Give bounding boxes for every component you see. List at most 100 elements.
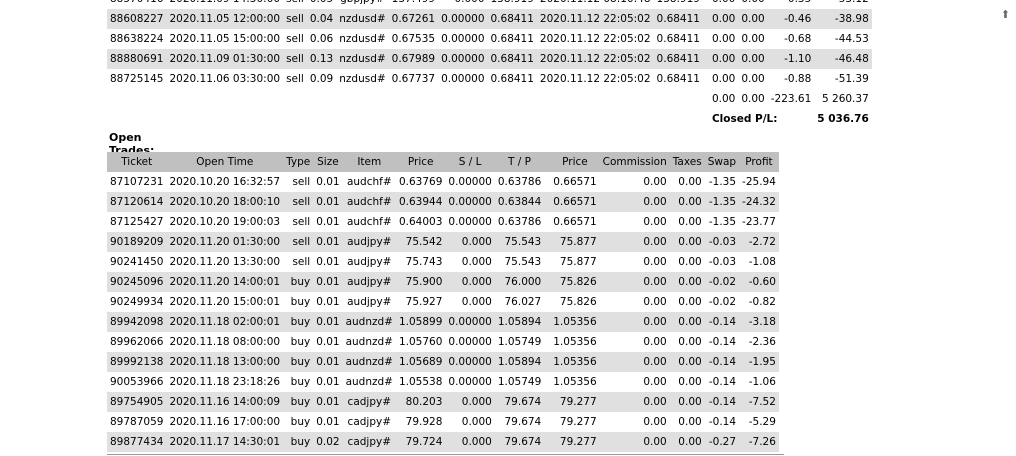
cell-price: 0.67989 <box>388 49 439 69</box>
cell-ticket: 88638224 <box>110 33 164 45</box>
cell-size: 0.09 <box>309 73 334 85</box>
open-trade-row: 87120614 2020.10.20 18:00:10 sell 0.01 audch… <box>107 192 779 212</box>
scroll-up-icon[interactable]: ⬆ <box>1001 8 1010 21</box>
cell-tp: 0.63786 <box>497 176 542 188</box>
open-trade-row: 87107231 2020.10.20 16:32:57 sell 0.01 audch… <box>107 172 779 192</box>
cell-ticket: 89877434 <box>107 432 167 452</box>
cell-price: 75.927 <box>405 296 443 308</box>
cell-taxes: 0.00 <box>669 352 705 372</box>
cell-commission: 0.00 <box>643 376 667 388</box>
cell-sl: 0.000 <box>461 296 492 308</box>
cell-tp: 0.63844 <box>494 192 545 212</box>
cell-commission: 0.00 <box>643 336 667 348</box>
open-trade-row: 87125427 2020.10.20 19:00:03 sell 0.01 audch… <box>107 212 779 232</box>
cell-taxes: 0.00 <box>678 176 702 188</box>
cell-type: sell <box>283 232 314 252</box>
cell-type: sell <box>283 192 314 212</box>
cell-swap: -0.14 <box>708 336 737 348</box>
cell-ticket: 87120614 <box>107 192 167 212</box>
cell-price: 1.05689 <box>395 352 446 372</box>
cell-time: 2020.11.20 13:30:00 <box>169 256 281 268</box>
cell-commission: 0.00 <box>643 416 667 428</box>
cell-commission: 0.00 <box>643 256 667 268</box>
cell-item: audchf# <box>346 216 392 228</box>
cell-taxes: 0.00 <box>678 296 702 308</box>
cell-tp: 1.05894 <box>494 352 545 372</box>
cell-mprice: 1.05356 <box>550 352 600 372</box>
cell-sl: 0.00000 <box>438 9 488 29</box>
cell-time: 2020.11.09 01:30:00 <box>166 49 284 69</box>
cell-mprice: 1.05356 <box>553 336 597 348</box>
cell-commission: 0.00 <box>708 49 739 69</box>
cell-close-time: 2020.11.12 08:10:48 <box>537 0 654 9</box>
cell-size: 0.01 <box>316 216 340 228</box>
col-header-open-time: Open Time <box>166 152 284 172</box>
cell-price: 79.928 <box>405 416 443 428</box>
cell-commission: 0.00 <box>599 232 670 252</box>
cell-commission: 0.00 <box>599 272 670 292</box>
cell-swap: -0.68 <box>784 33 812 45</box>
cell-tp: 79.674 <box>504 416 542 428</box>
cell-tp: 79.674 <box>494 392 545 412</box>
col-header-taxes: Taxes <box>669 152 705 172</box>
cell-profit: -2.36 <box>748 336 776 348</box>
cell-item: gbpjpy# <box>336 0 388 9</box>
cell-mprice: 1.05356 <box>550 312 600 332</box>
cell-swap: -0.03 <box>704 232 740 252</box>
cell-profit: -24.32 <box>739 192 779 212</box>
cell-time: 2020.11.20 01:30:00 <box>166 232 284 252</box>
cell-time: 2020.11.16 17:00:00 <box>169 416 281 428</box>
closed-pl-label: Closed P/L: <box>711 113 778 125</box>
cell-size: 0.05 <box>307 0 336 9</box>
cell-sl: 0.00000 <box>438 49 488 69</box>
cell-mprice: 75.877 <box>559 256 597 268</box>
cell-tp: 1.05749 <box>497 336 542 348</box>
cell-time: 2020.11.18 02:00:01 <box>166 312 284 332</box>
col-header-size: Size <box>313 152 343 172</box>
cell-sl: 0.00000 <box>448 336 492 348</box>
cell-sl: 0.000 <box>461 416 492 428</box>
cell-swap: -1.10 <box>767 49 815 69</box>
cell-taxes: 0.00 <box>738 49 768 69</box>
cell-size: 0.01 <box>313 272 343 292</box>
cell-sl: 0.00000 <box>445 352 495 372</box>
closed-total-taxes: 0.00 <box>741 93 765 105</box>
cell-price: 75.900 <box>395 272 446 292</box>
cell-swap: -0.14 <box>704 352 740 372</box>
cell-taxes: 0.00 <box>741 73 765 85</box>
cell-swap: -0.02 <box>704 272 740 292</box>
cell-commission: 0.00 <box>711 73 736 85</box>
cell-profit: -7.52 <box>739 392 779 412</box>
cell-tp: 0.68411 <box>490 73 534 85</box>
cell-swap: -0.35 <box>768 0 815 9</box>
cell-ticket: 89962066 <box>110 336 164 348</box>
cell-profit: -46.48 <box>814 49 872 69</box>
cell-type: buy <box>283 432 314 452</box>
cell-sl: 0.00000 <box>445 192 495 212</box>
cell-time: 2020.10.20 19:00:03 <box>169 216 281 228</box>
cell-type: sell <box>292 256 311 268</box>
cell-size: 0.01 <box>316 256 340 268</box>
cell-item: audchf# <box>346 176 392 188</box>
cell-tp: 75.543 <box>494 232 545 252</box>
cell-swap: -0.27 <box>704 432 740 452</box>
cell-commission: 0.00 <box>643 216 667 228</box>
cell-type: sell <box>283 9 307 29</box>
cell-type: buy <box>290 416 311 428</box>
closed-totals-row: 0.00 0.00 -223.61 5 260.37 <box>107 89 872 109</box>
open-trade-row: 90241450 2020.11.20 13:30:00 sell 0.01 audjp… <box>107 252 779 272</box>
cell-mprice: 0.66571 <box>550 192 600 212</box>
cell-taxes: 0.00 <box>678 216 702 228</box>
col-header-market-price: Price <box>550 152 600 172</box>
open-trade-row: 89877434 2020.11.17 14:30:01 buy 0.02 cadjpy… <box>107 432 779 452</box>
cell-time: 2020.11.09 14:30:00 <box>166 0 283 9</box>
cell-swap: -0.14 <box>704 392 740 412</box>
cell-profit: -1.06 <box>748 376 776 388</box>
cell-type: buy <box>290 376 311 388</box>
cell-swap: -0.14 <box>708 416 737 428</box>
cell-tp: 138.919 <box>488 0 537 9</box>
cell-size: 0.01 <box>316 296 340 308</box>
cell-price: 75.542 <box>395 232 446 252</box>
cell-sl: 0.00000 <box>441 73 485 85</box>
cell-type: sell <box>286 73 304 85</box>
